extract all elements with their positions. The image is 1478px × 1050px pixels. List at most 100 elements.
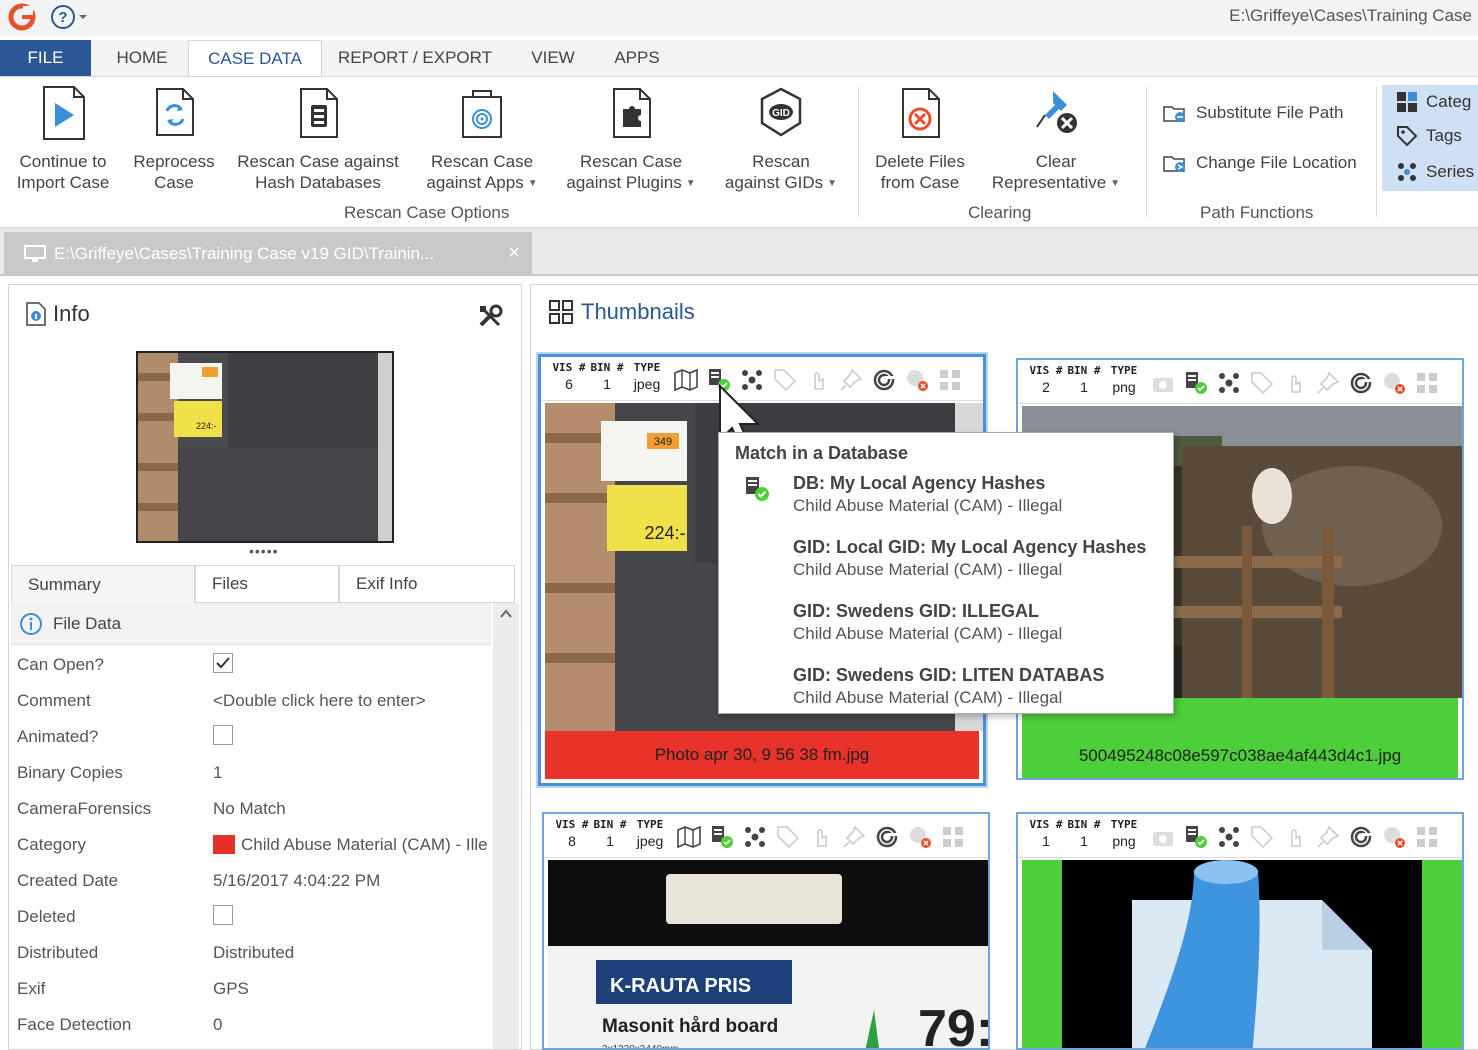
ribbon-separator bbox=[858, 87, 859, 217]
deleted-checkbox[interactable] bbox=[213, 905, 233, 925]
delete-document-icon bbox=[902, 88, 940, 138]
property-scrollbar[interactable] bbox=[493, 603, 519, 1049]
delete-files-button[interactable]: Delete Files from Case bbox=[868, 85, 972, 193]
tag-icon[interactable] bbox=[1249, 824, 1275, 850]
tags-button[interactable]: Tags bbox=[1396, 125, 1462, 147]
info-circle-icon bbox=[20, 612, 42, 635]
window-title: E:\Griffeye\Cases\Training Case bbox=[1229, 6, 1472, 25]
comment-field[interactable]: <Double click here to enter> bbox=[213, 691, 426, 711]
rescan-gids-button[interactable]: GID Rescan against GIDs ▼ bbox=[714, 85, 848, 194]
info-subtabs: Summary Files Exif Info bbox=[11, 565, 515, 603]
tab-apps[interactable]: APPS bbox=[602, 40, 672, 76]
rescan-hash-databases-button[interactable]: Rescan Case against Hash Databases bbox=[232, 85, 404, 193]
grid-view-icon[interactable] bbox=[1414, 370, 1440, 396]
griffeye-mark-icon[interactable] bbox=[874, 824, 900, 850]
property-row: Binary Copies 1 bbox=[17, 763, 223, 782]
griffeye-mark-icon[interactable] bbox=[871, 367, 897, 393]
clear-pin-icon bbox=[1036, 91, 1077, 133]
database-match-icon[interactable] bbox=[709, 824, 735, 850]
pin-icon[interactable] bbox=[1315, 370, 1341, 396]
animated-checkbox[interactable] bbox=[213, 725, 233, 745]
tools-icon[interactable] bbox=[477, 303, 505, 331]
dropdown-caret-icon: ▼ bbox=[1110, 178, 1121, 190]
thumbnail-image bbox=[1022, 860, 1462, 1048]
series-icon[interactable] bbox=[1216, 824, 1242, 850]
thumbnails-header: Thumbnails bbox=[549, 299, 695, 325]
thumbnail-image: K-RAUTA PRIS Masonit hård board 3x1220x2… bbox=[548, 860, 988, 1050]
series-icon[interactable] bbox=[1216, 370, 1242, 396]
tab-file[interactable]: FILE bbox=[0, 40, 91, 76]
tag-icon[interactable] bbox=[1249, 370, 1275, 396]
property-row: Deleted bbox=[11, 899, 491, 935]
change-file-location-button[interactable]: Change File Location bbox=[1162, 151, 1357, 175]
face-excluded-icon[interactable] bbox=[1381, 824, 1407, 850]
rescan-plugins-button[interactable]: Rescan Case against Plugins ▼ bbox=[560, 85, 702, 194]
subtab-exif-info[interactable]: Exif Info bbox=[339, 565, 515, 603]
property-row: Animated? bbox=[11, 719, 491, 755]
svg-text:GID: GID bbox=[772, 108, 790, 119]
sign-price-text: 79: bbox=[918, 1000, 988, 1050]
face-excluded-icon[interactable] bbox=[907, 824, 933, 850]
case-document-tab[interactable]: E:\Griffeye\Cases\Training Case v19 GID\… bbox=[4, 232, 532, 276]
svg-text:?: ? bbox=[58, 9, 67, 26]
can-open-checkbox[interactable] bbox=[213, 653, 233, 673]
camera-icon[interactable] bbox=[1150, 370, 1176, 396]
reprocess-case-button[interactable]: Reprocess Case bbox=[128, 85, 220, 193]
close-icon[interactable]: × bbox=[508, 242, 520, 265]
series-icon[interactable] bbox=[742, 824, 768, 850]
folder-path-icon bbox=[1163, 106, 1185, 122]
sign-product-text: Masonit hård board bbox=[602, 1016, 778, 1037]
property-row: Can Open? bbox=[11, 647, 491, 683]
hand-icon[interactable] bbox=[1282, 370, 1308, 396]
tab-view[interactable]: VIEW bbox=[514, 40, 592, 76]
face-excluded-icon[interactable] bbox=[1381, 370, 1407, 396]
document-tab-strip: E:\Griffeye\Cases\Training Case v19 GID\… bbox=[0, 228, 1478, 276]
thumbnail-card[interactable]: VIS #8 BIN #1 TYPE jpeg K-RAUTA PRIS Maso… bbox=[542, 812, 990, 1050]
tab-home[interactable]: HOME bbox=[100, 40, 184, 76]
series-button[interactable]: Series bbox=[1396, 161, 1474, 183]
griffeye-mark-icon[interactable] bbox=[1348, 370, 1374, 396]
face-excluded-icon[interactable] bbox=[904, 367, 930, 393]
title-bar: ? E:\Griffeye\Cases\Training Case bbox=[0, 0, 1478, 36]
map-icon[interactable] bbox=[673, 367, 699, 393]
help-button[interactable]: ? bbox=[50, 3, 94, 31]
grid-view-icon[interactable] bbox=[940, 824, 966, 850]
clear-representative-button[interactable]: Clear Representative ▼ bbox=[984, 85, 1128, 194]
ribbon-separator bbox=[1146, 87, 1147, 217]
card-toolbar: VIS #1 BIN #1 TYPE png bbox=[1018, 814, 1462, 858]
resize-grip[interactable]: ••••• bbox=[249, 543, 279, 559]
hand-icon[interactable] bbox=[1282, 824, 1308, 850]
rescan-apps-button[interactable]: Rescan Case against Apps ▼ bbox=[416, 85, 548, 194]
pin-icon[interactable] bbox=[841, 824, 867, 850]
griffeye-logo-icon[interactable] bbox=[8, 3, 36, 31]
property-row: Comment <Double click here to enter> bbox=[17, 691, 426, 711]
chevron-up-icon[interactable] bbox=[499, 607, 513, 621]
info-panel: Info 224:- ••••• Summary Files Exif Info… bbox=[8, 284, 522, 1050]
grid-view-icon[interactable] bbox=[937, 367, 963, 393]
tag-icon bbox=[1397, 126, 1418, 147]
grid-view-icon[interactable] bbox=[1414, 824, 1440, 850]
griffeye-mark-icon[interactable] bbox=[1348, 824, 1374, 850]
database-match-icon[interactable] bbox=[1183, 824, 1209, 850]
substitute-file-path-button[interactable]: Substitute File Path bbox=[1162, 101, 1343, 125]
tab-report-export[interactable]: REPORT / EXPORT bbox=[330, 40, 500, 76]
pin-icon[interactable] bbox=[838, 367, 864, 393]
continue-import-case-button[interactable]: Continue to Import Case bbox=[10, 85, 116, 193]
subtab-files[interactable]: Files bbox=[195, 565, 339, 603]
hand-icon[interactable] bbox=[808, 824, 834, 850]
pin-icon[interactable] bbox=[1315, 824, 1341, 850]
subtab-summary[interactable]: Summary bbox=[11, 565, 195, 603]
map-icon[interactable] bbox=[676, 824, 702, 850]
categories-button[interactable]: Categ bbox=[1396, 91, 1471, 113]
tab-case-data[interactable]: CASE DATA bbox=[188, 40, 322, 77]
group-label-rescan: Rescan Case Options bbox=[344, 203, 510, 222]
help-icon: ? bbox=[51, 5, 75, 29]
camera-icon[interactable] bbox=[1150, 824, 1176, 850]
file-data-section[interactable]: File Data bbox=[11, 603, 491, 645]
database-match-icon[interactable] bbox=[1183, 370, 1209, 396]
dropdown-caret-icon: ▼ bbox=[685, 178, 696, 190]
hand-icon[interactable] bbox=[805, 367, 831, 393]
tag-icon[interactable] bbox=[775, 824, 801, 850]
tag-icon[interactable] bbox=[772, 367, 798, 393]
thumbnail-card[interactable]: VIS #1 BIN #1 TYPE png bbox=[1016, 812, 1464, 1050]
